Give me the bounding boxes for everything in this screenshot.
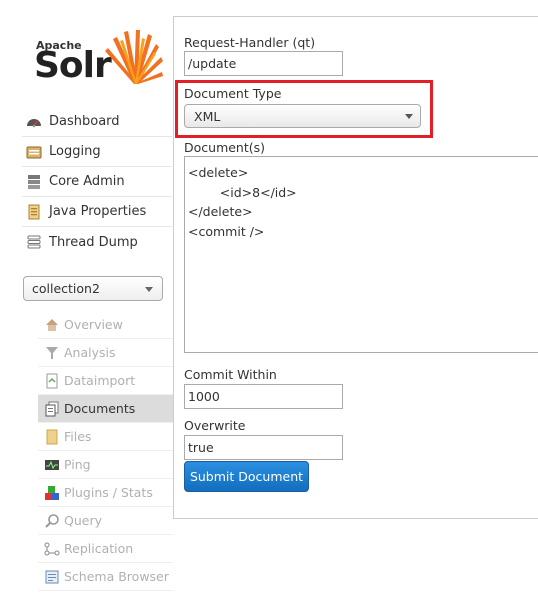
core-selector-value: collection2 <box>32 281 100 296</box>
chevron-down-icon <box>145 287 153 292</box>
core-nav-item-schema-browser[interactable]: Schema Browser <box>38 563 173 591</box>
logging-icon <box>26 146 42 158</box>
nav-label: Overview <box>64 317 123 332</box>
replication-icon <box>44 542 60 555</box>
nav-label: Analysis <box>64 345 116 360</box>
nav-label: Thread Dump <box>49 234 138 250</box>
nav-item-logging[interactable]: Logging <box>22 137 172 167</box>
overwrite-input[interactable] <box>184 435 343 460</box>
core-nav-item-plugins-stats[interactable]: Plugins / Stats <box>38 479 173 507</box>
query-icon <box>45 513 59 528</box>
java-properties-icon <box>28 204 40 219</box>
nav-label: Core Admin <box>49 174 125 189</box>
nav-label: Schema Browser <box>64 569 169 584</box>
documents-textarea[interactable]: <delete> <id>8</id> </delete> <commit /> <box>184 156 538 353</box>
nav-label: Logging <box>49 144 101 159</box>
core-nav: Overview Analysis Dataimport Documents F… <box>38 311 173 591</box>
plugins-icon <box>45 485 59 500</box>
nav-item-dashboard[interactable]: Dashboard <box>22 107 172 137</box>
files-icon <box>46 429 58 444</box>
solr-logo[interactable]: Apache Solr <box>34 24 164 92</box>
ping-icon <box>45 459 59 470</box>
documents-label: Document(s) <box>184 140 266 155</box>
nav-label: Dataimport <box>64 373 136 388</box>
nav-label: Query <box>64 513 102 528</box>
request-handler-label: Request-Handler (qt) <box>184 35 316 50</box>
nav-label: Ping <box>64 457 91 472</box>
nav-item-core-admin[interactable]: Core Admin <box>22 167 172 197</box>
commit-within-input[interactable] <box>184 384 343 409</box>
nav-item-thread-dump[interactable]: Thread Dump <box>22 227 172 257</box>
core-nav-item-documents[interactable]: Documents <box>38 395 173 423</box>
core-nav-item-files[interactable]: Files <box>38 423 173 451</box>
core-nav-item-ping[interactable]: Ping <box>38 451 173 479</box>
core-nav-item-dataimport[interactable]: Dataimport <box>38 367 173 395</box>
core-nav-item-analysis[interactable]: Analysis <box>38 339 173 367</box>
sun-icon <box>105 30 163 84</box>
thread-dump-icon <box>27 235 41 249</box>
core-nav-item-replication[interactable]: Replication <box>38 535 173 563</box>
request-handler-input[interactable] <box>184 51 343 76</box>
main-nav: Dashboard Logging Core Admin Java Proper… <box>22 107 172 257</box>
core-nav-item-overview[interactable]: Overview <box>38 311 173 339</box>
core-nav-item-query[interactable]: Query <box>38 507 173 535</box>
submit-document-button[interactable]: Submit Document <box>184 461 309 492</box>
analysis-icon <box>46 346 58 359</box>
nav-label: Replication <box>64 541 134 556</box>
nav-label: Java Properties <box>49 204 147 219</box>
nav-label: Files <box>64 429 92 444</box>
dashboard-icon <box>27 118 41 127</box>
nav-item-java-properties[interactable]: Java Properties <box>22 197 172 227</box>
schema-browser-icon <box>45 570 59 583</box>
dataimport-icon <box>46 373 58 388</box>
nav-label: Documents <box>64 401 136 416</box>
nav-label: Dashboard <box>49 114 120 129</box>
highlight-box <box>175 80 433 138</box>
overwrite-label: Overwrite <box>184 418 246 433</box>
nav-label: Plugins / Stats <box>64 485 153 500</box>
overview-icon <box>46 318 58 331</box>
commit-within-label: Commit Within <box>184 367 277 382</box>
core-admin-icon <box>28 174 40 189</box>
core-selector[interactable]: collection2 <box>23 276 163 301</box>
documents-icon <box>45 401 59 416</box>
